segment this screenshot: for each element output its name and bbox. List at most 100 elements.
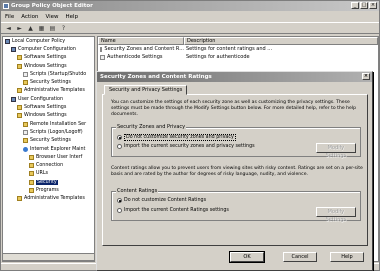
radio-label: Import the current security zones and pr…: [124, 144, 255, 149]
policy-item-icon: [100, 46, 103, 52]
minimize-button[interactable]: _: [351, 2, 359, 9]
tree-item[interactable]: Administrative Templates: [3, 195, 94, 203]
tree-item[interactable]: Software Settings: [3, 54, 94, 62]
folder-icon: [29, 171, 34, 177]
tree-item[interactable]: Software Settings: [3, 103, 94, 111]
folder-icon: [17, 196, 22, 202]
tree-item-label: Programs: [36, 187, 59, 193]
radio-button[interactable]: [117, 208, 122, 213]
tree-item-label: Security Settings: [30, 138, 71, 144]
tree-item-label: Browser User Interf: [36, 154, 83, 160]
app-icon: [3, 3, 9, 9]
ratings-description: Content ratings allow you to prevent use…: [111, 166, 363, 177]
tree-item[interactable]: Scripts (Logon/Logoff): [3, 128, 94, 136]
forward-icon[interactable]: ►: [15, 24, 24, 32]
tree-item[interactable]: Local Computer Policy: [3, 37, 94, 45]
folder-icon: [29, 163, 34, 169]
menu-action[interactable]: Action: [21, 14, 38, 20]
policy-item-icon: [100, 54, 105, 60]
tree-item[interactable]: User Configuration: [3, 95, 94, 103]
tree-item[interactable]: Programs: [3, 186, 94, 194]
tree-item-label: Software Settings: [24, 105, 67, 111]
menu-file[interactable]: File: [5, 14, 14, 20]
list-header: Name Description: [98, 37, 378, 45]
folder-icon: [17, 63, 22, 69]
tree-item-label: Administrative Templates: [24, 196, 85, 202]
modify-zones-button[interactable]: Modify Settings: [316, 143, 356, 159]
list-row[interactable]: Security Zones and Content R... Settings…: [98, 45, 378, 53]
folder-icon: [29, 187, 34, 193]
zones-group: Security Zones and Privacy Do not custom…: [111, 124, 361, 159]
folder-icon: [17, 88, 22, 94]
computer-icon: [11, 46, 16, 52]
tab-panel: You can customize the settings of each s…: [102, 94, 368, 246]
tree-item[interactable]: Administrative Templates: [3, 87, 94, 95]
security-zones-dialog: Security Zones and Content Ratings × Sec…: [96, 71, 373, 271]
radio-label: Do not customize security zones and priv…: [124, 134, 236, 141]
toolbar: ◄ ► ▲ ▦ ▤ ?: [1, 22, 379, 34]
radio-import-ratings[interactable]: Import the current Content Ratings setti…: [117, 208, 229, 213]
radio-button[interactable]: [117, 144, 122, 149]
tree-item[interactable]: Scripts (Startup/Shutdo: [3, 70, 94, 78]
tree-item[interactable]: Connection: [3, 161, 94, 169]
scripts-icon: [23, 129, 28, 135]
tree-item[interactable]: Browser User Interf: [3, 153, 94, 161]
radio-keep-zones[interactable]: Do not customize security zones and priv…: [117, 134, 236, 141]
radio-button[interactable]: [117, 198, 122, 203]
tree-item-label: Software Settings: [24, 55, 67, 61]
help-button[interactable]: Help: [330, 252, 364, 262]
tree-item[interactable]: Remote Installation Ser: [3, 120, 94, 128]
menu-view[interactable]: View: [45, 14, 58, 20]
tree-item[interactable]: URLs: [3, 170, 94, 178]
back-icon[interactable]: ◄: [4, 24, 13, 32]
ratings-group: Content Ratings Do not customize Content…: [111, 188, 361, 223]
export-icon[interactable]: ▤: [48, 24, 57, 32]
show-hide-tree-icon[interactable]: ▦: [37, 24, 46, 32]
window-title: Group Policy Object Editor: [11, 3, 93, 9]
tree-item-label: Windows Settings: [24, 113, 67, 119]
column-header-name[interactable]: Name: [98, 37, 184, 45]
help-icon[interactable]: ?: [59, 24, 68, 32]
modify-ratings-button[interactable]: Modify Settings: [316, 207, 356, 223]
column-header-description[interactable]: Description: [184, 37, 378, 45]
user-icon: [11, 96, 16, 102]
list-row[interactable]: Authenticode Settings Settings for authe…: [98, 53, 378, 61]
tree-item[interactable]: Windows Settings: [3, 112, 94, 120]
radio-label: Do not customize Content Ratings: [124, 198, 207, 203]
tree-item-label: Local Computer Policy: [12, 38, 66, 44]
tree-item[interactable]: Security: [3, 178, 94, 186]
dialog-title-bar: Security Zones and Content Ratings ×: [97, 72, 372, 82]
cancel-button[interactable]: Cancel: [283, 252, 317, 262]
tree-item[interactable]: Windows Settings: [3, 62, 94, 70]
maximize-button[interactable]: □: [360, 2, 368, 9]
radio-keep-ratings[interactable]: Do not customize Content Ratings: [117, 198, 206, 203]
radio-import-zones[interactable]: Import the current security zones and pr…: [117, 144, 255, 149]
tree-item[interactable]: Security Settings: [3, 137, 94, 145]
ie-icon: [23, 146, 28, 152]
tree-item-label: Security: [36, 179, 58, 185]
tab-security-privacy[interactable]: Security and Privacy Settings: [104, 85, 188, 95]
dialog-title: Security Zones and Content Ratings: [100, 74, 212, 80]
tree-item-label: User Configuration: [18, 96, 63, 102]
menu-help[interactable]: Help: [66, 14, 79, 20]
ratings-group-label: Content Ratings: [116, 188, 159, 194]
tree-item-label: Internet Explorer Maint: [30, 146, 86, 152]
tree-item-label: Scripts (Logon/Logoff): [30, 129, 83, 135]
ok-button[interactable]: OK: [229, 251, 265, 263]
computer-policy-icon: [5, 38, 10, 44]
radio-button[interactable]: [117, 135, 122, 140]
title-bar: Group Policy Object Editor _ □ ×: [1, 1, 379, 11]
tree-item[interactable]: Security Settings: [3, 78, 94, 86]
zones-group-label: Security Zones and Privacy: [116, 124, 187, 130]
tree-horizontal-scrollbar[interactable]: [2, 253, 95, 261]
tree-pane[interactable]: Local Computer Policy Computer Configurat…: [2, 36, 95, 262]
security-icon: [23, 80, 28, 86]
tree-item[interactable]: Computer Configuration: [3, 45, 94, 53]
list-item-name: Security Zones and Content R...: [104, 46, 184, 52]
close-window-button[interactable]: ×: [369, 2, 377, 9]
tree-item[interactable]: Internet Explorer Maint: [3, 145, 94, 153]
dialog-close-button[interactable]: ×: [362, 73, 370, 80]
folder-icon: [29, 154, 34, 160]
up-icon[interactable]: ▲: [26, 24, 35, 32]
folder-icon: [17, 113, 22, 119]
